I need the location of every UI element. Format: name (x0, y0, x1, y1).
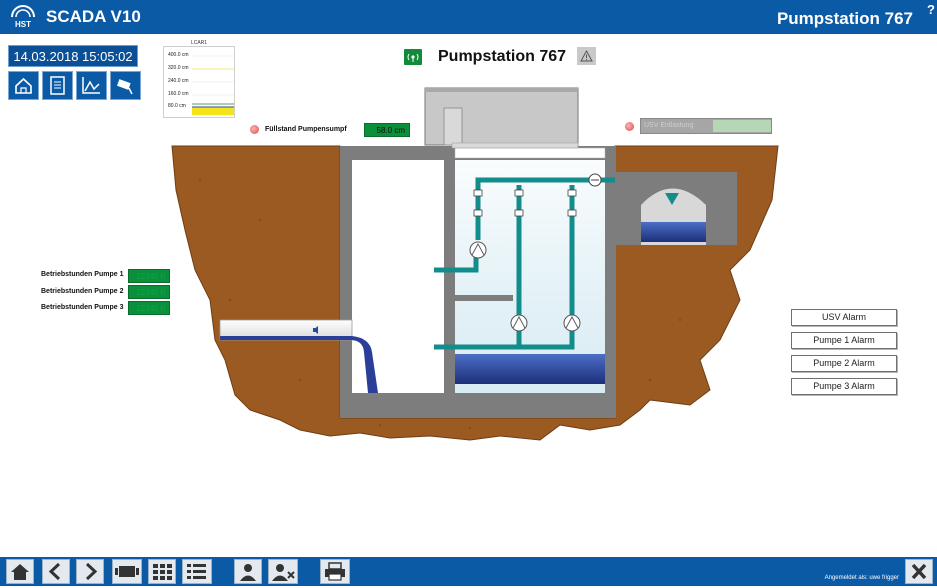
run-hours-label-3: Betriebstunden Pumpe 3 (41, 304, 124, 311)
hst-logo: HST (11, 5, 35, 29)
usv-value (713, 120, 771, 132)
usv-panel: USV Entlastung (640, 118, 772, 134)
trend-title: LCAR1 (190, 40, 208, 46)
house-button[interactable] (8, 71, 39, 100)
run-hours-value-1[interactable]: 12345 h (128, 269, 170, 283)
level-label: Füllstand Pumpensumpf (265, 126, 347, 133)
home-icon (11, 564, 29, 580)
back-button[interactable] (42, 559, 70, 584)
pump-2-alarm-button[interactable]: Pumpe 2 Alarm (791, 355, 897, 372)
user-logout-button[interactable] (268, 559, 298, 584)
forward-button[interactable] (76, 559, 104, 584)
user-logout-icon (272, 564, 295, 581)
print-icon (325, 562, 345, 581)
list-icon (187, 564, 206, 579)
station-title: Pumpstation 767 (776, 9, 913, 28)
run-hours-label-2: Betriebstunden Pumpe 2 (41, 288, 124, 295)
user-icon (240, 564, 256, 581)
overview-button[interactable] (112, 559, 142, 584)
warning-icon[interactable] (577, 47, 596, 65)
title-bar: HST SCADA V10 Pumpstation 767 ? (0, 0, 937, 34)
discharge-pipe (475, 177, 600, 240)
run-hours-value-3[interactable]: 12345 h (128, 301, 170, 315)
chart-icon (82, 77, 100, 94)
forward-icon (85, 562, 98, 581)
user-button[interactable] (234, 559, 262, 584)
pump-3-alarm-button[interactable]: Pumpe 3 Alarm (791, 378, 897, 395)
level-trend-widget[interactable]: LCAR1 400.0 cm 320.0 cm 240.0 cm 160.0 c… (163, 40, 235, 118)
wet-well (455, 160, 605, 393)
inflow-water (220, 336, 378, 393)
list-button[interactable] (182, 559, 212, 584)
document-icon (50, 76, 65, 95)
pump-house (424, 87, 579, 146)
pump-1-alarm-button[interactable]: Pumpe 1 Alarm (791, 332, 897, 349)
svg-text:HST: HST (15, 20, 31, 29)
inlet-pipe (219, 319, 353, 341)
flow-meter (588, 173, 602, 187)
datetime-display: 14.03.2018 15:05:02 (8, 45, 138, 67)
print-button[interactable] (320, 559, 350, 584)
level-status-led (250, 125, 259, 134)
usv-status-led (625, 122, 634, 131)
grid-button[interactable] (148, 559, 176, 584)
home-button[interactable] (6, 559, 34, 584)
level-value[interactable]: 58.0 cm (364, 123, 410, 137)
trend-graphic (192, 55, 234, 115)
water-level (455, 354, 605, 384)
document-button[interactable] (42, 71, 73, 100)
camera-icon (116, 79, 133, 95)
house-icon (15, 77, 32, 94)
usv-alarm-button[interactable]: USV Alarm (791, 309, 897, 326)
overflow-chamber (641, 188, 706, 245)
camera-button[interactable] (110, 71, 141, 100)
chart-button[interactable] (76, 71, 107, 100)
grid-icon (153, 564, 172, 580)
concrete-shaft (340, 146, 616, 418)
overview-icon (115, 566, 139, 577)
app-title: SCADA V10 (46, 7, 141, 26)
bottom-toolbar (0, 557, 937, 586)
pump-2 (510, 314, 528, 332)
back-icon (48, 562, 61, 581)
scene-title: Pumpstation 767 (438, 48, 567, 65)
run-hours-value-2[interactable]: 12345 h (128, 285, 170, 299)
help-icon[interactable]: ? (927, 2, 935, 17)
login-status: Angemeldet als: uwe frigger (824, 575, 899, 581)
close-button[interactable] (905, 559, 933, 584)
antenna-icon[interactable] (404, 49, 422, 65)
soil-ground (171, 145, 779, 441)
run-hours-label-1: Betriebstunden Pumpe 1 (41, 271, 124, 278)
usv-label: USV Entlastung (644, 122, 694, 129)
close-icon (911, 563, 927, 580)
pump-1 (469, 241, 487, 259)
pump-3 (563, 314, 581, 332)
